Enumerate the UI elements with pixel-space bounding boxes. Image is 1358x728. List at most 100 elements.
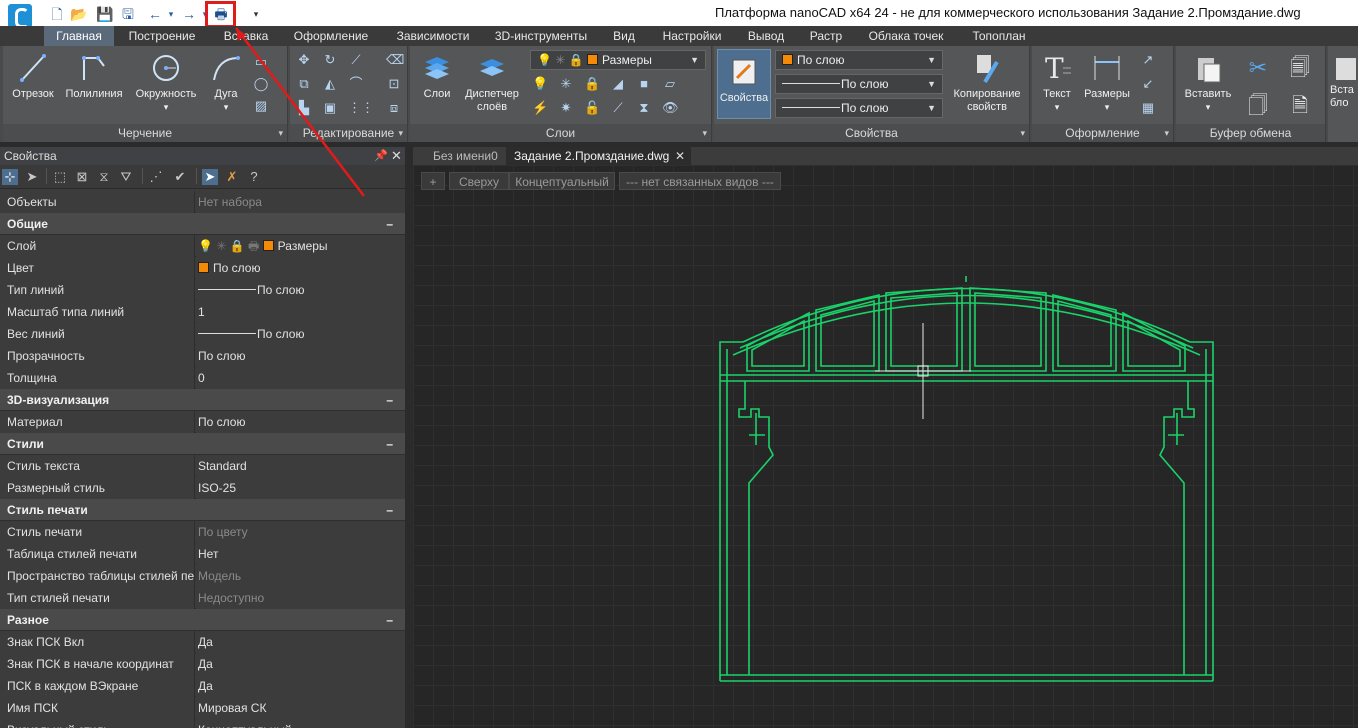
property-row[interactable]: Объекты Нет набора: [0, 191, 405, 213]
trim-icon[interactable]: ⟋: [348, 52, 364, 68]
text-dropdown-icon[interactable]: ▾: [1036, 101, 1078, 114]
match-properties-button[interactable]: Копирование свойств: [948, 52, 1026, 114]
drawing-viewport[interactable]: + Сверху Концептуальный --- нет связанны…: [413, 165, 1358, 728]
color-dropdown[interactable]: По слою ▼: [775, 50, 943, 70]
pickfirst-icon[interactable]: ➤: [202, 169, 218, 185]
lineweight-dropdown[interactable]: По слою ▼: [775, 98, 943, 118]
property-value[interactable]: Standard: [196, 455, 405, 477]
dimensions-dropdown-icon[interactable]: ▾: [1080, 101, 1134, 114]
property-value[interactable]: Да: [196, 653, 405, 675]
property-value[interactable]: По слою: [196, 257, 405, 279]
arc-button[interactable]: Дуга ▾: [206, 52, 246, 114]
copy-objects-icon[interactable]: ⧉: [296, 76, 312, 92]
collapse-icon[interactable]: –: [386, 433, 393, 455]
property-row[interactable]: Таблица стилей печати Нет: [0, 543, 405, 565]
pin-icon[interactable]: 📌: [374, 147, 388, 165]
cut-icon[interactable]: ✂: [1246, 56, 1270, 80]
erase-icon[interactable]: ⌫: [386, 52, 404, 68]
property-value[interactable]: По слою: [196, 279, 405, 301]
property-value[interactable]: По слою: [196, 345, 405, 367]
layer-manager-button[interactable]: Диспетчер слоёв: [458, 52, 526, 114]
copy-link-icon[interactable]: 🗐: [1288, 56, 1312, 80]
property-value[interactable]: Да: [196, 675, 405, 697]
undo-dropdown-icon[interactable]: ▾: [162, 5, 180, 23]
property-value[interactable]: Модель: [196, 565, 405, 587]
linetype-dropdown[interactable]: По слою ▼: [775, 74, 943, 94]
mirror-icon[interactable]: ◭: [322, 76, 338, 92]
tab-insert[interactable]: Вставка: [212, 26, 280, 46]
layer-merge-icon[interactable]: ⧗: [636, 100, 652, 116]
group-annotation-expand-icon[interactable]: ▾: [1164, 128, 1169, 139]
close-icon[interactable]: ✕: [391, 147, 402, 165]
property-category[interactable]: 3D-визуализация –: [0, 389, 405, 411]
open-icon[interactable]: 📂: [70, 5, 88, 23]
tab-home[interactable]: Главная: [44, 26, 114, 46]
rotate-icon[interactable]: ↻: [322, 52, 338, 68]
doc-tab-active[interactable]: Задание 2.Промздание.dwg ✕: [506, 147, 691, 165]
circle-dropdown-icon[interactable]: ▾: [130, 101, 202, 114]
property-row[interactable]: Пространство таблицы стилей пе... Модель: [0, 565, 405, 587]
line-button[interactable]: Отрезок: [8, 52, 58, 101]
filter-icon[interactable]: ⛛: [118, 169, 134, 185]
layer-sun-icon[interactable]: ✳: [558, 76, 574, 92]
offset-icon[interactable]: ⧈: [386, 100, 402, 116]
property-row[interactable]: Материал По слою: [0, 411, 405, 433]
save-icon[interactable]: 💾: [96, 5, 114, 23]
leader-icon[interactable]: ↙: [1140, 76, 1156, 92]
dimensions-button[interactable]: Размеры ▾: [1080, 52, 1134, 114]
select-similar-icon[interactable]: ⧖: [96, 169, 112, 185]
tab-view[interactable]: Вид: [604, 26, 644, 46]
property-value[interactable]: По слою: [196, 323, 405, 345]
circle-button[interactable]: Окружность ▾: [130, 52, 202, 114]
property-row[interactable]: Масштаб типа линий 1: [0, 301, 405, 323]
paste-dropdown-icon[interactable]: ▾: [1180, 101, 1236, 114]
layer-dropdown[interactable]: 💡 ✳ 🔒 Размеры ▼: [530, 50, 706, 70]
property-value[interactable]: 0: [196, 367, 405, 389]
tab-topoplan[interactable]: Топоплан: [962, 26, 1036, 46]
group-layers-expand-icon[interactable]: ▾: [702, 128, 707, 139]
group-properties-expand-icon[interactable]: ▾: [1020, 128, 1025, 139]
property-row[interactable]: Размерный стиль ISO-25: [0, 477, 405, 499]
deselect-icon[interactable]: ✔: [172, 169, 188, 185]
collapse-icon[interactable]: –: [386, 213, 393, 235]
tab-settings[interactable]: Настройки: [654, 26, 730, 46]
property-value[interactable]: По цвету: [196, 521, 405, 543]
properties-button[interactable]: Свойства: [717, 49, 771, 119]
property-value[interactable]: ISO-25: [196, 477, 405, 499]
collapse-icon[interactable]: –: [386, 389, 393, 411]
add-to-selection-icon[interactable]: ⊹: [2, 169, 18, 185]
save-as-icon[interactable]: 🖫: [119, 5, 137, 23]
select-window-icon[interactable]: ⬚: [52, 169, 68, 185]
property-row[interactable]: Знак ПСК Вкл Да: [0, 631, 405, 653]
close-tab-icon[interactable]: ✕: [675, 147, 685, 165]
text-button[interactable]: T Текст ▾: [1036, 52, 1078, 114]
multileader-icon[interactable]: ↗: [1140, 52, 1156, 68]
copy-base-icon[interactable]: 🗎: [1288, 94, 1312, 118]
collapse-icon[interactable]: –: [386, 499, 393, 521]
property-category[interactable]: Стиль печати –: [0, 499, 405, 521]
property-value[interactable]: Да: [196, 631, 405, 653]
property-row[interactable]: Тип стилей печати Недоступно: [0, 587, 405, 609]
property-row[interactable]: Вес линий По слою: [0, 323, 405, 345]
property-row[interactable]: Толщина 0: [0, 367, 405, 389]
table-icon[interactable]: ▦: [1140, 100, 1156, 116]
property-row[interactable]: Имя ПСК Мировая СК: [0, 697, 405, 719]
array-icon[interactable]: ⋮⋮: [348, 100, 374, 116]
tab-raster[interactable]: Растр: [802, 26, 850, 46]
explode-icon[interactable]: ⊡: [386, 76, 402, 92]
layer-off-icon[interactable]: ✷: [558, 100, 574, 116]
polyline-button[interactable]: Полилиния: [61, 52, 127, 101]
layer-make-current-icon[interactable]: ◢: [610, 76, 626, 92]
quick-select-icon[interactable]: ⋰: [148, 169, 164, 185]
insert-block-button[interactable]: Вста бло: [1330, 52, 1358, 110]
property-value[interactable]: Нет: [196, 543, 405, 565]
layer-prev-icon[interactable]: ▱: [662, 76, 678, 92]
new-icon[interactable]: 🗋: [48, 5, 66, 23]
property-row[interactable]: Прозрачность По слою: [0, 345, 405, 367]
property-row[interactable]: Тип линий По слою: [0, 279, 405, 301]
property-category[interactable]: Разное –: [0, 609, 405, 631]
layer-unlock-icon[interactable]: 🔓: [584, 100, 600, 116]
layer-isolate-icon[interactable]: ⚡: [532, 100, 548, 116]
tab-build[interactable]: Построение: [120, 26, 204, 46]
property-row[interactable]: Знак ПСК в начале координат Да: [0, 653, 405, 675]
